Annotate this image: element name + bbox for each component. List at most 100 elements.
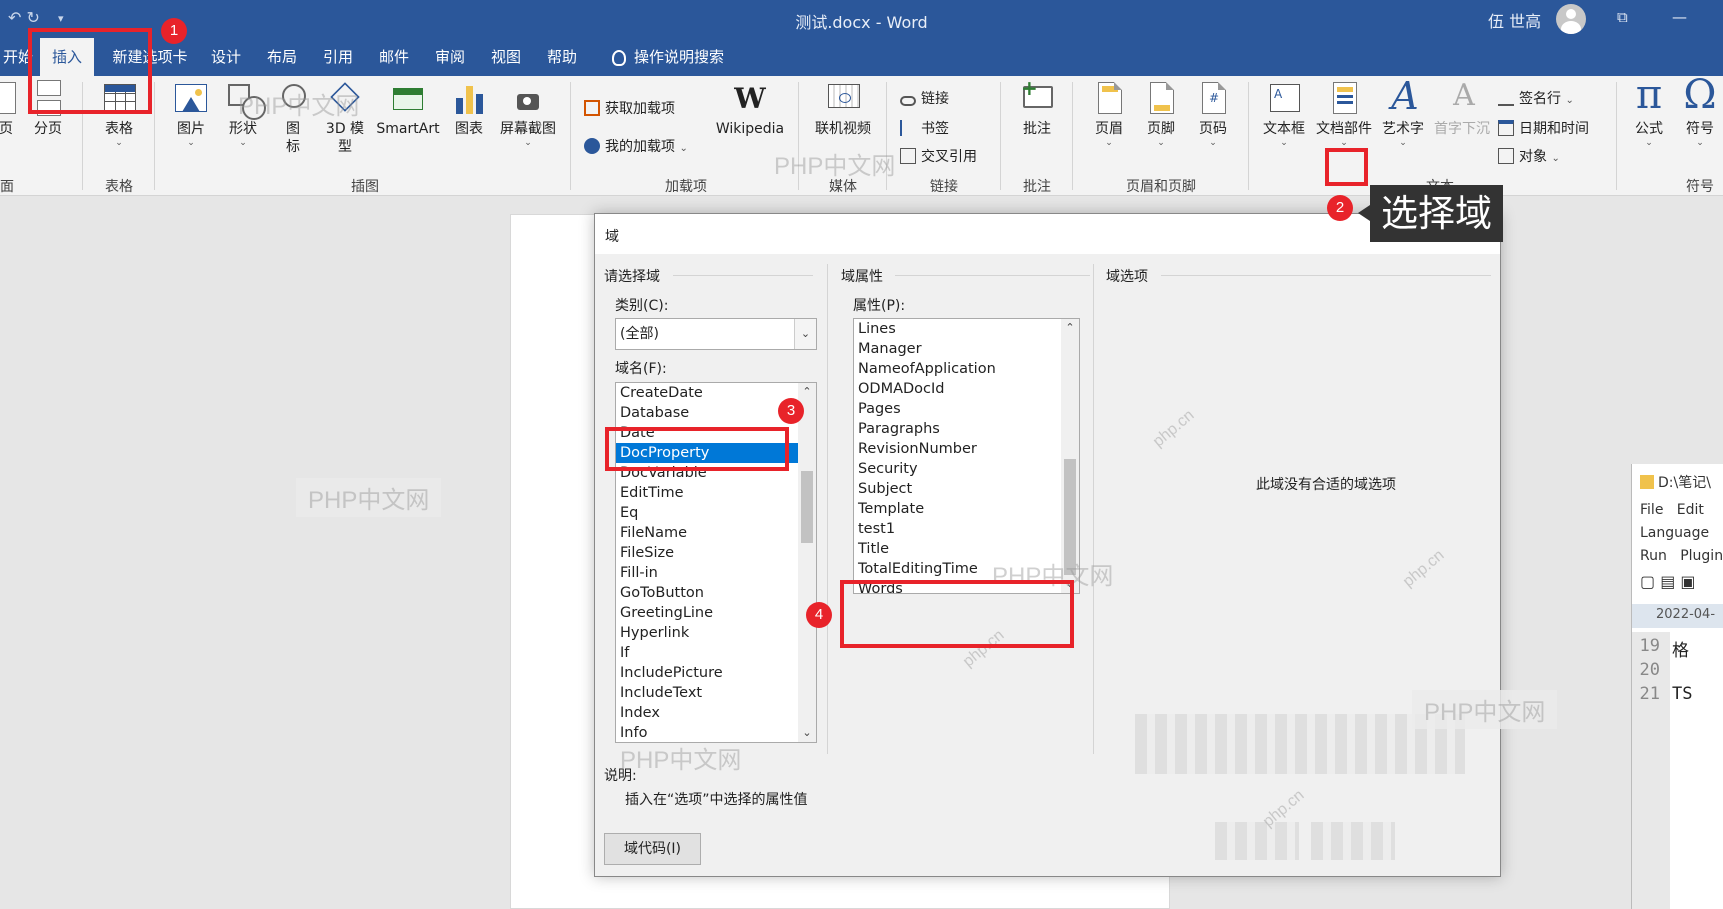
list-item[interactable]: TotalEditingTime	[854, 559, 1074, 579]
scroll-up-icon[interactable]: ⌃	[1061, 319, 1079, 337]
list-item[interactable]: IncludePicture	[616, 663, 800, 683]
smartart-button[interactable]: SmartArt	[372, 80, 444, 138]
scroll-down-icon[interactable]: ⌄	[798, 724, 816, 742]
list-item[interactable]: Database	[616, 403, 800, 423]
list-item[interactable]: ODMADocId	[854, 379, 1074, 399]
list-item[interactable]: FileSize	[616, 543, 800, 563]
symbol-button[interactable]: Ω 符号 ⌄	[1678, 72, 1722, 148]
list-item[interactable]: GreetingLine	[616, 603, 800, 623]
tab-design[interactable]: 设计	[204, 38, 248, 76]
properties-scrollbar[interactable]: ⌃ ⌄	[1061, 319, 1079, 593]
list-item[interactable]: RevisionNumber	[854, 439, 1074, 459]
avatar[interactable]	[1556, 4, 1586, 34]
tab-help[interactable]: 帮助	[540, 38, 584, 76]
tab-new-tab[interactable]: 新建选项卡	[104, 38, 196, 76]
scroll-down-icon[interactable]: ⌄	[1061, 575, 1079, 593]
ribbon-display-icon[interactable]: ⧉	[1617, 8, 1628, 26]
tab-mailings[interactable]: 邮件	[372, 38, 416, 76]
3d-models-button[interactable]: 3D 模 型	[322, 80, 368, 156]
ok-button[interactable]	[1215, 822, 1299, 860]
properties-list[interactable]: Lines Manager NameofApplication ODMADocId Pa…	[853, 318, 1080, 594]
table-button[interactable]: 表格 ⌄	[96, 80, 142, 148]
list-item[interactable]: If	[616, 643, 800, 663]
menu-edit[interactable]: Edit	[1677, 502, 1704, 518]
scroll-thumb[interactable]	[1064, 459, 1076, 575]
list-item[interactable]: Lines	[854, 319, 1074, 339]
tab-insert[interactable]: 插入	[40, 38, 94, 76]
list-item[interactable]: GoToButton	[616, 583, 800, 603]
list-item[interactable]: Info	[616, 723, 800, 742]
field-list-scrollbar[interactable]: ⌃ ⌄	[798, 383, 816, 742]
list-item[interactable]: Eq	[616, 503, 800, 523]
list-item[interactable]: Pages	[854, 399, 1074, 419]
tab-references[interactable]: 引用	[316, 38, 360, 76]
shapes-button[interactable]: 形状 ⌄	[222, 80, 266, 148]
list-item[interactable]: Index	[616, 703, 800, 723]
date-time-button[interactable]: 日期和时间	[1498, 118, 1589, 138]
scroll-up-icon[interactable]: ⌃	[798, 383, 816, 401]
wikipedia-button[interactable]: W Wikipedia	[712, 80, 788, 138]
list-item[interactable]: Manager	[854, 339, 1074, 359]
drop-cap-button[interactable]: A 首字下沉	[1430, 78, 1494, 138]
page-number-button[interactable]: # 页码 ⌄	[1192, 80, 1234, 148]
list-item[interactable]: Date	[616, 423, 800, 443]
link-button[interactable]: 链接	[900, 88, 949, 108]
wordart-button[interactable]: A 艺术字 ⌄	[1378, 74, 1428, 148]
editor-toolbar[interactable]: ▢ ▤ ▣	[1640, 572, 1696, 591]
menu-file[interactable]: File	[1640, 502, 1663, 518]
my-addins-button[interactable]: 我的加载项 ⌄	[584, 136, 688, 156]
scroll-thumb[interactable]	[801, 471, 813, 543]
page-button[interactable]: 页	[0, 80, 20, 138]
minimize-icon[interactable]: —	[1672, 8, 1687, 26]
chart-button[interactable]: 图表	[448, 80, 490, 138]
list-item[interactable]: Paragraphs	[854, 419, 1074, 439]
field-names-list[interactable]: CreateDate Database Date DocProperty DocVari…	[615, 382, 817, 743]
list-item[interactable]: Subject	[854, 479, 1074, 499]
list-item[interactable]: DocProperty	[616, 443, 800, 463]
equation-button[interactable]: π 公式 ⌄	[1626, 72, 1672, 148]
editor-tab[interactable]: 2022-04-	[1632, 604, 1723, 628]
list-item[interactable]: Fill-in	[616, 563, 800, 583]
list-item[interactable]: Title	[854, 539, 1074, 559]
user-name[interactable]: 伍 世高	[1488, 8, 1541, 32]
list-item[interactable]: FileName	[616, 523, 800, 543]
list-item[interactable]: Hyperlink	[616, 623, 800, 643]
online-video-button[interactable]: 联机视频	[810, 80, 876, 138]
text-box-button[interactable]: 文本框 ⌄	[1258, 80, 1310, 148]
list-item[interactable]: Words	[854, 579, 1074, 593]
footer-button[interactable]: 页脚 ⌄	[1140, 80, 1182, 148]
cancel-button[interactable]	[1311, 822, 1395, 860]
tab-review[interactable]: 审阅	[428, 38, 472, 76]
object-button[interactable]: 对象 ⌄	[1498, 146, 1560, 166]
tab-view[interactable]: 视图	[484, 38, 528, 76]
header-button[interactable]: 页眉 ⌄	[1088, 80, 1130, 148]
page-break-button[interactable]: 分页	[26, 80, 70, 138]
list-item[interactable]: EditTime	[616, 483, 800, 503]
bookmark-button[interactable]: 书签	[900, 118, 949, 138]
icons-button[interactable]: 图 标	[276, 80, 310, 156]
get-addins-button[interactable]: 获取加载项	[584, 98, 675, 118]
list-item[interactable]: CreateDate	[616, 383, 800, 403]
category-select[interactable]: (全部) ⌄	[615, 318, 817, 350]
list-item[interactable]: Template	[854, 499, 1074, 519]
comment-button[interactable]: 批注	[1014, 76, 1060, 138]
signature-line-button[interactable]: 签名行 ⌄	[1498, 88, 1574, 108]
list-item[interactable]: DocVariable	[616, 463, 800, 483]
cross-reference-button[interactable]: 交叉引用	[900, 146, 977, 166]
menu-language[interactable]: Language	[1640, 525, 1709, 541]
tab-home[interactable]: 开始	[0, 38, 36, 76]
menu-plugins[interactable]: Plugin	[1680, 548, 1723, 564]
list-item[interactable]: Security	[854, 459, 1074, 479]
list-item[interactable]: test1	[854, 519, 1074, 539]
screenshot-button[interactable]: 屏幕截图 ⌄	[496, 80, 560, 148]
quick-parts-button[interactable]: 文档部件 ⌄	[1312, 80, 1376, 148]
code-text: TS	[1672, 684, 1693, 704]
field-codes-button[interactable]: 域代码(I)	[604, 833, 701, 865]
tab-layout[interactable]: 布局	[260, 38, 304, 76]
list-item[interactable]: NameofApplication	[854, 359, 1074, 379]
tell-me-search[interactable]: 操作说明搜索	[612, 38, 746, 76]
chevron-down-icon[interactable]: ⌄	[794, 319, 816, 349]
picture-button[interactable]: 图片 ⌄	[170, 80, 212, 148]
list-item[interactable]: IncludeText	[616, 683, 800, 703]
menu-run[interactable]: Run	[1640, 548, 1667, 564]
